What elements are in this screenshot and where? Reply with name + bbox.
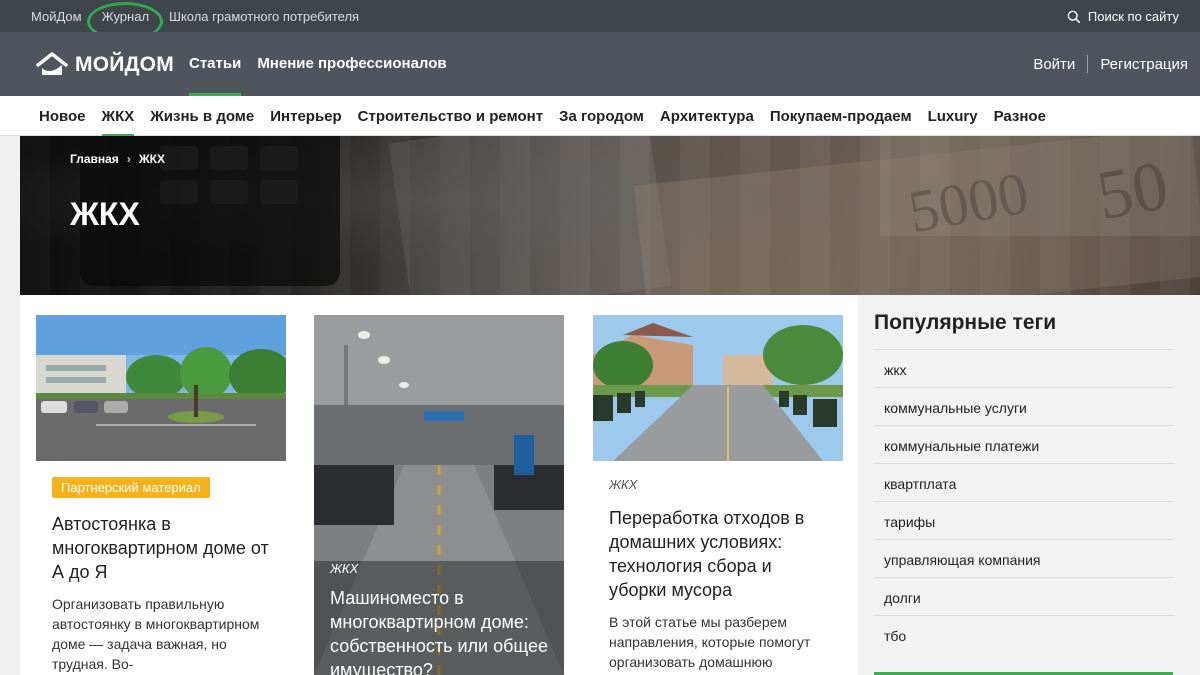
category-interior[interactable]: Интерьер bbox=[270, 108, 341, 137]
category-architecture[interactable]: Архитектура bbox=[660, 108, 754, 137]
article-title[interactable]: Машиноместо в многоквартирном доме: собс… bbox=[330, 586, 550, 675]
breadcrumb-current: ЖКХ bbox=[138, 152, 165, 166]
popular-tags-sidebar: Популярные теги жкх коммунальные услуги … bbox=[858, 295, 1200, 675]
category-zhkh[interactable]: ЖКХ bbox=[101, 108, 135, 137]
partner-badge: Партнерский материал bbox=[52, 477, 210, 498]
tag-item[interactable]: тарифы bbox=[874, 501, 1173, 539]
article-body: Партнерский материал Автостоянка в много… bbox=[52, 477, 272, 674]
article-rubric[interactable]: ЖКХ bbox=[330, 561, 550, 576]
site-search-button[interactable]: Поиск по сайту bbox=[1067, 9, 1179, 24]
tag-item[interactable]: коммунальные платежи bbox=[874, 425, 1173, 463]
main-header: МОЙДОМ Статьи Мнение профессионалов Войт… bbox=[0, 32, 1200, 96]
hero-overlay bbox=[20, 136, 1200, 295]
page-title: ЖКХ bbox=[70, 196, 140, 232]
article-card-parking-space[interactable]: ЖКХ Машиноместо в многоквартирном доме: … bbox=[314, 315, 564, 675]
tag-item[interactable]: тбо bbox=[874, 615, 1173, 653]
site-logo[interactable]: МОЙДОМ bbox=[36, 51, 174, 79]
top-utility-bar: МойДом Журнал Школа грамотного потребите… bbox=[0, 0, 1200, 41]
register-link[interactable]: Регистрация bbox=[1100, 56, 1188, 73]
article-image-parking-lot bbox=[36, 315, 286, 461]
breadcrumb-home[interactable]: Главная bbox=[70, 152, 119, 166]
breadcrumb-separator: › bbox=[126, 152, 131, 166]
article-image-street-bins bbox=[593, 315, 843, 461]
category-misc[interactable]: Разное bbox=[994, 108, 1046, 137]
category-bar: Новое ЖКХ Жизнь в доме Интерьер Строител… bbox=[0, 96, 1200, 137]
category-list: Новое ЖКХ Жизнь в доме Интерьер Строител… bbox=[39, 108, 1046, 137]
logo-text: МОЙДОМ bbox=[75, 53, 174, 76]
search-label: Поиск по сайту bbox=[1087, 9, 1179, 24]
login-link[interactable]: Войти bbox=[1033, 56, 1075, 73]
article-body: ЖКХ Машиноместо в многоквартирном доме: … bbox=[330, 561, 550, 675]
category-countryside[interactable]: За городом bbox=[559, 108, 644, 137]
top-link-school[interactable]: Школа грамотного потребителя bbox=[169, 9, 359, 24]
main-nav: Статьи Мнение профессионалов bbox=[189, 55, 447, 96]
article-title[interactable]: Переработка отходов в домашних условиях:… bbox=[609, 506, 829, 602]
article-body: ЖКХ Переработка отходов в домашних услов… bbox=[609, 477, 829, 672]
article-card-parking[interactable]: Партнерский материал Автостоянка в много… bbox=[36, 315, 286, 675]
tag-item[interactable]: жкх bbox=[874, 349, 1173, 387]
tag-item[interactable]: коммунальные услуги bbox=[874, 387, 1173, 425]
tag-item[interactable]: квартплата bbox=[874, 463, 1173, 501]
article-card-waste-recycling[interactable]: ЖКХ Переработка отходов в домашних услов… bbox=[593, 315, 843, 675]
house-logo-icon bbox=[36, 52, 68, 75]
category-luxury[interactable]: Luxury bbox=[928, 108, 978, 137]
category-buy-sell[interactable]: Покупаем-продаем bbox=[770, 108, 912, 137]
top-link-journal[interactable]: Журнал bbox=[102, 9, 149, 24]
tag-item[interactable]: управляющая компания bbox=[874, 539, 1173, 577]
category-home-life[interactable]: Жизнь в доме bbox=[150, 108, 254, 137]
nav-expert-opinion[interactable]: Мнение профессионалов bbox=[257, 55, 446, 96]
category-construction[interactable]: Строительство и ремонт bbox=[358, 108, 543, 137]
search-icon bbox=[1067, 10, 1081, 23]
article-excerpt: В этой статье мы разберем направления, к… bbox=[609, 614, 811, 670]
top-links: МойДом Журнал Школа грамотного потребите… bbox=[31, 9, 359, 24]
auth-links: Войти Регистрация bbox=[1033, 55, 1188, 73]
article-excerpt: Организовать правильную автостоянку в мн… bbox=[52, 596, 260, 672]
top-link-moydom[interactable]: МойДом bbox=[31, 9, 82, 24]
articles-section: Партнерский материал Автостоянка в много… bbox=[20, 295, 858, 675]
tag-list: жкх коммунальные услуги коммунальные пла… bbox=[874, 349, 1173, 653]
auth-divider bbox=[1087, 55, 1089, 73]
sidebar-title: Популярные теги bbox=[874, 311, 1057, 334]
tag-item[interactable]: долги bbox=[874, 577, 1173, 615]
category-new[interactable]: Новое bbox=[39, 108, 86, 137]
article-rubric[interactable]: ЖКХ bbox=[609, 477, 829, 492]
hero-banner: 5000 50 Главная › ЖКХ ЖКХ bbox=[20, 136, 1200, 295]
article-title[interactable]: Автостоянка в многоквартирном доме от А … bbox=[52, 512, 272, 584]
nav-articles[interactable]: Статьи bbox=[189, 55, 242, 96]
breadcrumb: Главная › ЖКХ bbox=[70, 152, 165, 166]
